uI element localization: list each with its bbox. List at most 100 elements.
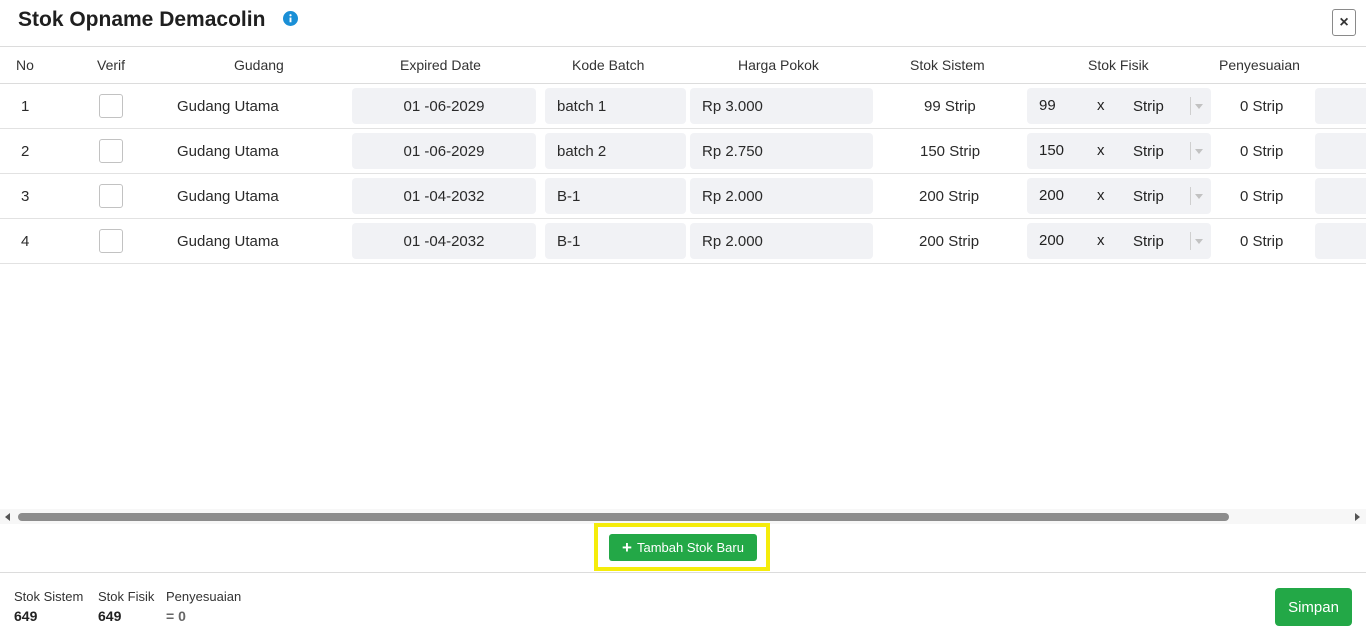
summary-stok-sistem-value: 649 bbox=[14, 608, 38, 624]
penyesuaian-cell: 0 Strip bbox=[1240, 143, 1284, 160]
scroll-left-arrow-icon[interactable] bbox=[5, 513, 10, 521]
header-gudang: Gudang bbox=[234, 57, 284, 73]
table-row: 4 Gudang Utama 01 -04-2032 B-1 Rp 2.000 … bbox=[0, 219, 1366, 264]
plus-icon: + bbox=[622, 538, 632, 557]
kode-batch-field[interactable]: batch 2 bbox=[545, 133, 686, 169]
chevron-down-icon bbox=[1195, 239, 1203, 244]
unit-select-value: Strip bbox=[1133, 143, 1164, 160]
header-stok-fisik: Stok Fisik bbox=[1088, 57, 1149, 73]
stok-sistem-cell: 99 Strip bbox=[924, 98, 976, 115]
select-separator bbox=[1190, 187, 1191, 205]
verify-checkbox[interactable] bbox=[99, 184, 123, 208]
unit-select-value: Strip bbox=[1133, 98, 1164, 115]
select-separator bbox=[1190, 97, 1191, 115]
gudang-cell: Gudang Utama bbox=[177, 143, 279, 160]
expired-date-field[interactable]: 01 -04-2032 bbox=[352, 223, 536, 259]
horizontal-scrollbar[interactable] bbox=[0, 509, 1366, 524]
unit-select-value: Strip bbox=[1133, 233, 1164, 250]
table-header: No Verif Gudang Expired Date Kode Batch … bbox=[0, 47, 1366, 84]
stock-table: No Verif Gudang Expired Date Kode Batch … bbox=[0, 47, 1366, 509]
verify-checkbox[interactable] bbox=[99, 139, 123, 163]
header-verif: Verif bbox=[97, 57, 126, 73]
harga-pokok-field[interactable]: Rp 3.000 bbox=[690, 88, 873, 124]
multiplier-label: x bbox=[1097, 232, 1105, 249]
header-stok-sistem: Stok Sistem bbox=[910, 57, 985, 73]
scroll-right-arrow-icon[interactable] bbox=[1355, 513, 1360, 521]
summary-penyesuaian-label: Penyesuaian bbox=[166, 589, 242, 604]
multiplier-label: x bbox=[1097, 187, 1105, 204]
stok-fisik-input[interactable]: 200 x bbox=[1027, 178, 1107, 214]
select-separator bbox=[1190, 232, 1191, 250]
unit-select[interactable]: Strip bbox=[1107, 88, 1211, 124]
stok-fisik-input[interactable]: 200 x bbox=[1027, 223, 1107, 259]
stok-sistem-cell: 200 Strip bbox=[919, 233, 980, 250]
harga-pokok-field[interactable]: Rp 2.000 bbox=[690, 223, 873, 259]
header-penyesuaian: Penyesuaian bbox=[1219, 57, 1300, 73]
chevron-down-icon bbox=[1195, 194, 1203, 199]
stok-fisik-value: 150 bbox=[1039, 142, 1065, 159]
modal-header: Stok Opname Demacolin × bbox=[0, 0, 1366, 47]
table-row: 1 Gudang Utama 01 -06-2029 batch 1 Rp 3.… bbox=[0, 84, 1366, 129]
row-number: 3 bbox=[21, 188, 30, 205]
add-stock-label: Tambah Stok Baru bbox=[636, 540, 744, 555]
verify-checkbox[interactable] bbox=[99, 94, 123, 118]
gudang-cell: Gudang Utama bbox=[177, 233, 279, 250]
row-number: 2 bbox=[21, 143, 30, 160]
extra-input-field[interactable] bbox=[1315, 133, 1366, 169]
stok-fisik-input[interactable]: 99 x bbox=[1027, 88, 1107, 124]
unit-select[interactable]: Strip bbox=[1107, 223, 1211, 259]
stok-sistem-cell: 200 Strip bbox=[919, 188, 980, 205]
expired-date-field[interactable]: 01 -04-2032 bbox=[352, 178, 536, 214]
penyesuaian-cell: 0 Strip bbox=[1240, 98, 1284, 115]
unit-select[interactable]: Strip bbox=[1107, 178, 1211, 214]
table-row: 2 Gudang Utama 01 -06-2029 batch 2 Rp 2.… bbox=[0, 129, 1366, 174]
harga-pokok-field[interactable]: Rp 2.750 bbox=[690, 133, 873, 169]
penyesuaian-cell: 0 Strip bbox=[1240, 233, 1284, 250]
summary-stok-fisik-label: Stok Fisik bbox=[98, 589, 155, 604]
header-no: No bbox=[16, 57, 34, 73]
stok-fisik-input[interactable]: 150 x bbox=[1027, 133, 1107, 169]
stok-fisik-value: 99 bbox=[1039, 97, 1056, 114]
scrollbar-thumb[interactable] bbox=[18, 513, 1229, 521]
modal-title: Stok Opname Demacolin bbox=[18, 8, 266, 31]
stok-fisik-value: 200 bbox=[1039, 187, 1065, 204]
table-row: 3 Gudang Utama 01 -04-2032 B-1 Rp 2.000 … bbox=[0, 174, 1366, 219]
row-number: 1 bbox=[21, 98, 30, 115]
harga-pokok-field[interactable]: Rp 2.000 bbox=[690, 178, 873, 214]
summary-footer: Stok Sistem 649 Stok Fisik 649 Penyesuai… bbox=[0, 572, 1366, 640]
chevron-down-icon bbox=[1195, 149, 1203, 154]
expired-date-field[interactable]: 01 -06-2029 bbox=[352, 88, 536, 124]
extra-input-field[interactable] bbox=[1315, 88, 1366, 124]
stok-fisik-value: 200 bbox=[1039, 232, 1065, 249]
gudang-cell: Gudang Utama bbox=[177, 188, 279, 205]
summary-stok-fisik-value: 649 bbox=[98, 608, 122, 624]
expired-date-field[interactable]: 01 -06-2029 bbox=[352, 133, 536, 169]
header-harga-pokok: Harga Pokok bbox=[738, 57, 819, 73]
gudang-cell: Gudang Utama bbox=[177, 98, 279, 115]
kode-batch-field[interactable]: B-1 bbox=[545, 223, 686, 259]
select-separator bbox=[1190, 142, 1191, 160]
summary-penyesuaian-value: = 0 bbox=[166, 608, 186, 624]
verify-checkbox[interactable] bbox=[99, 229, 123, 253]
row-number: 4 bbox=[21, 233, 30, 250]
header-expired-date: Expired Date bbox=[400, 57, 481, 73]
penyesuaian-cell: 0 Strip bbox=[1240, 188, 1284, 205]
unit-select-value: Strip bbox=[1133, 188, 1164, 205]
info-icon[interactable] bbox=[283, 11, 298, 26]
close-icon: × bbox=[1339, 13, 1349, 31]
extra-input-field[interactable] bbox=[1315, 178, 1366, 214]
multiplier-label: x bbox=[1097, 142, 1105, 159]
close-button[interactable]: × bbox=[1332, 9, 1356, 36]
summary-stok-sistem-label: Stok Sistem bbox=[14, 589, 84, 604]
kode-batch-field[interactable]: batch 1 bbox=[545, 88, 686, 124]
save-button[interactable]: Simpan bbox=[1275, 588, 1352, 626]
unit-select[interactable]: Strip bbox=[1107, 133, 1211, 169]
header-kode-batch: Kode Batch bbox=[572, 57, 645, 73]
multiplier-label: x bbox=[1097, 97, 1105, 114]
stok-sistem-cell: 150 Strip bbox=[920, 143, 981, 160]
extra-input-field[interactable] bbox=[1315, 223, 1366, 259]
chevron-down-icon bbox=[1195, 104, 1203, 109]
add-stock-button[interactable]: + Tambah Stok Baru bbox=[609, 534, 757, 561]
kode-batch-field[interactable]: B-1 bbox=[545, 178, 686, 214]
add-stock-highlight: + Tambah Stok Baru bbox=[594, 523, 770, 571]
